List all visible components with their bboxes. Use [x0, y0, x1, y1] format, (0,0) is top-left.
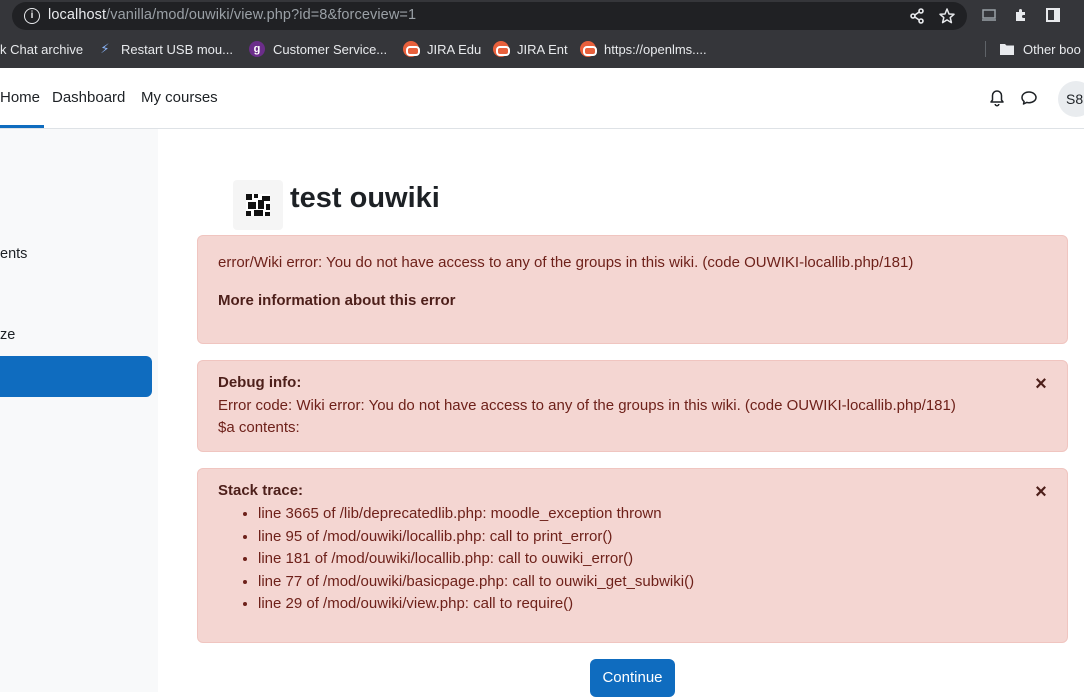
error-alert: error/Wiki error: You do not have access…: [197, 235, 1068, 344]
bookmark-jira-ent[interactable]: JIRA Ent: [493, 40, 568, 58]
stack-trace-list: line 3665 of /lib/deprecatedlib.php: moo…: [218, 503, 694, 616]
stack-trace-line: line 3665 of /lib/deprecatedlib.php: moo…: [258, 503, 694, 526]
bookmark-label: JIRA Ent: [517, 41, 568, 57]
extensions-puzzle-icon[interactable]: [1013, 7, 1029, 23]
bookmark-chat-archive[interactable]: k Chat archive: [0, 40, 83, 58]
bookmark-label: Restart USB mou...: [121, 41, 233, 57]
debug-info-alert: Debug info: Error code: Wiki error: You …: [197, 360, 1068, 452]
bookmark-label: Customer Service...: [273, 41, 388, 57]
course-index-drawer: ents ze: [0, 129, 158, 692]
drawer-item-2[interactable]: ze: [0, 327, 15, 343]
drawer-item-1[interactable]: ents: [0, 246, 27, 262]
stack-trace-alert: Stack trace: × line 3665 of /lib/depreca…: [197, 468, 1068, 643]
wiki-activity-icon: [233, 180, 283, 230]
avatar-initials: S8: [1066, 91, 1084, 107]
messages-chat-icon[interactable]: [1020, 89, 1038, 107]
jira-favicon-icon: [403, 41, 420, 57]
close-stack-trace-icon[interactable]: ×: [1034, 482, 1048, 502]
primary-navbar: Home Dashboard My courses S8: [0, 68, 1084, 129]
debug-error-code: Error code: Wiki error: You do not have …: [218, 397, 956, 414]
user-avatar[interactable]: S8: [1058, 81, 1084, 117]
other-bookmarks[interactable]: Other boo: [999, 40, 1081, 58]
stack-trace-line: line 77 of /mod/ouwiki/basicpage.php: ca…: [258, 571, 694, 594]
error-message: error/Wiki error: You do not have access…: [218, 254, 914, 271]
address-bar[interactable]: i localhost/vanilla/mod/ouwiki/view.php?…: [12, 2, 967, 30]
browser-chrome: i localhost/vanilla/mod/ouwiki/view.php?…: [0, 0, 1084, 68]
stack-trace-line: line 29 of /mod/ouwiki/view.php: call to…: [258, 593, 694, 616]
bookmark-customer-service[interactable]: g Customer Service...: [249, 40, 387, 58]
bookmark-label: https://openlms....: [604, 41, 707, 57]
wiki-icon: [246, 194, 270, 216]
share-icon[interactable]: [908, 7, 926, 25]
stack-trace-line: line 95 of /mod/ouwiki/locallib.php: cal…: [258, 526, 694, 549]
stack-trace-heading: Stack trace:: [218, 482, 304, 499]
debug-info-heading: Debug info:: [218, 374, 302, 391]
bookmark-star-icon[interactable]: [938, 7, 956, 25]
side-panel-icon[interactable]: [1045, 7, 1061, 23]
bookmark-label: JIRA Edu: [427, 41, 482, 57]
more-info-link[interactable]: More information about this error: [218, 291, 456, 311]
nav-active-indicator: [0, 125, 44, 128]
bookmarks-bar: k Chat archive ⚡ Restart USB mou... g Cu…: [0, 34, 1084, 64]
bookmark-label: k Chat archive: [0, 41, 84, 57]
page-title: test ouwiki: [290, 182, 440, 214]
openlms-favicon-icon: [580, 41, 597, 57]
drawer-item-active[interactable]: [0, 356, 152, 397]
bookmark-jira-edu[interactable]: JIRA Edu: [403, 40, 481, 58]
nav-my-courses[interactable]: My courses: [141, 68, 218, 128]
continue-button[interactable]: Continue: [590, 659, 675, 697]
bookmark-restart-usb[interactable]: ⚡ Restart USB mou...: [97, 40, 233, 58]
stack-trace-line: line 181 of /mod/ouwiki/locallib.php: ca…: [258, 548, 694, 571]
usb-favicon-icon: ⚡: [100, 41, 110, 56]
other-bookmarks-label: Other boo: [1023, 41, 1081, 57]
cast-icon[interactable]: [981, 7, 997, 23]
bookmarks-separator: [985, 41, 986, 57]
bookmark-openlms[interactable]: https://openlms....: [580, 40, 707, 58]
close-debug-icon[interactable]: ×: [1034, 374, 1048, 394]
customer-service-favicon-icon: g: [249, 41, 265, 57]
url-text[interactable]: localhost/vanilla/mod/ouwiki/view.php?id…: [48, 7, 416, 23]
folder-icon: [1000, 44, 1014, 55]
debug-contents: $a contents:: [218, 419, 300, 436]
notifications-bell-icon[interactable]: [988, 89, 1006, 107]
nav-home[interactable]: Home: [0, 68, 40, 128]
jira-favicon-icon: [493, 41, 510, 57]
site-info-icon[interactable]: i: [24, 8, 40, 24]
nav-dashboard[interactable]: Dashboard: [52, 68, 125, 128]
